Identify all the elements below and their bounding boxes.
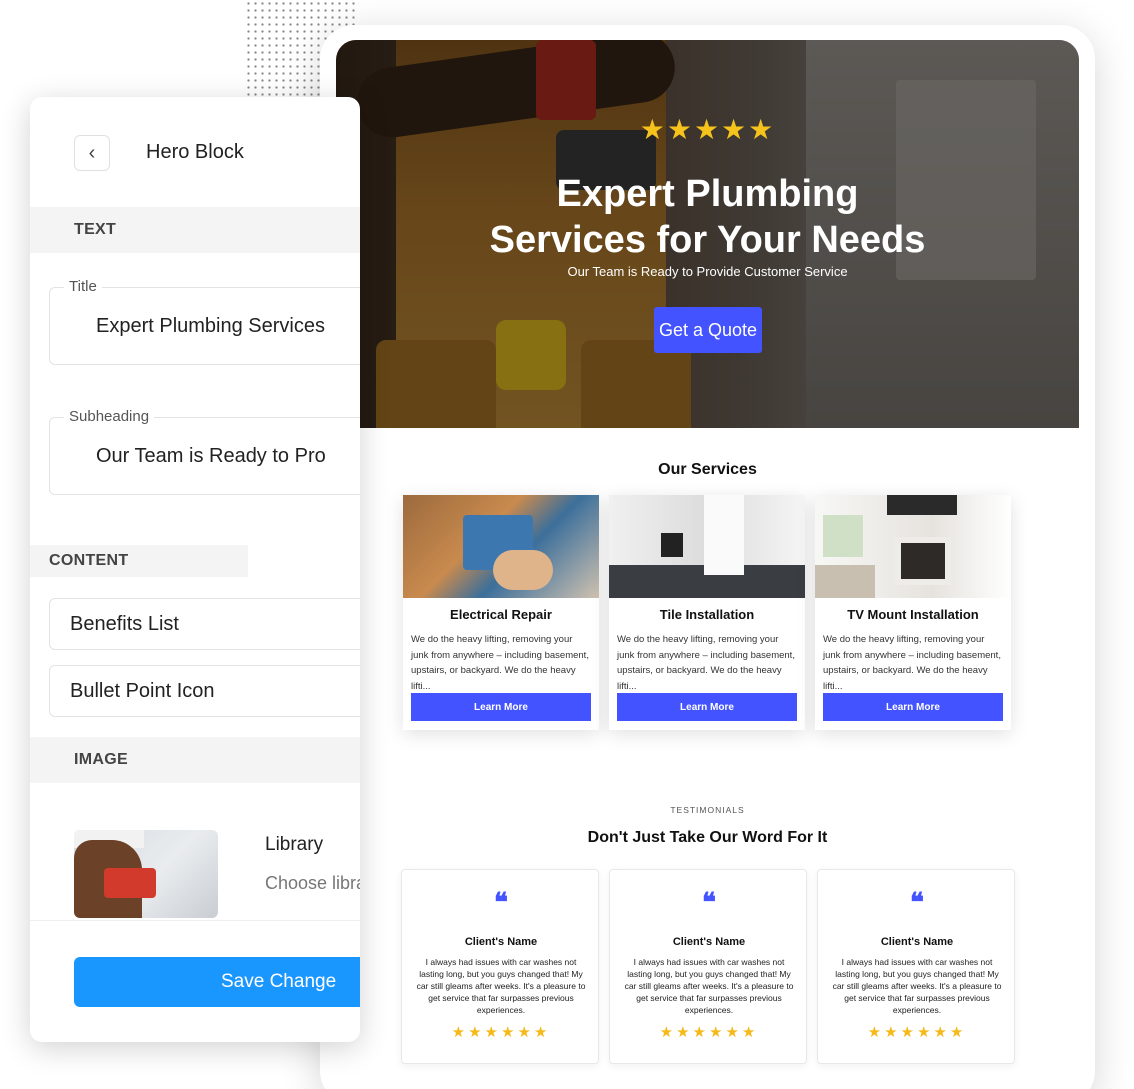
testimonial-text: I always had issues with car washes not … [416, 957, 586, 1015]
service-image-tv-mount [815, 495, 1011, 598]
preview-screen: ★★★★★ Expert Plumbing Services for Your … [336, 40, 1079, 1089]
get-quote-button[interactable]: Get a Quote [654, 307, 762, 353]
service-description: We do the heavy lifting, removing your j… [411, 634, 589, 692]
services-heading: Our Services [658, 461, 757, 478]
service-title: Tile Installation [659, 607, 755, 622]
benefits-list-item[interactable]: Benefits List [49, 598, 360, 650]
testimonial-text: I always had issues with car washes not … [832, 957, 1002, 1015]
client-name: Client's Name [464, 936, 538, 948]
service-card: TV Mount Installation We do the heavy li… [815, 495, 1011, 730]
section-header-image: IMAGE [30, 737, 360, 783]
testimonial-text: I always had issues with car washes not … [624, 957, 794, 1015]
testimonial-card: ❝ Client's Name I always had issues with… [401, 869, 599, 1064]
learn-more-button[interactable]: Learn More [617, 693, 797, 721]
testimonial-card: ❝ Client's Name I always had issues with… [609, 869, 807, 1064]
marketing-composite: { "editor": { "title": "Hero Block", "ba… [0, 0, 1134, 1089]
hero-subtitle: Our Team is Ready to Provide Customer Se… [567, 264, 848, 279]
subheading-field-value: Our Team is Ready to Pro [96, 445, 326, 467]
testimonial-card: ❝ Client's Name I always had issues with… [817, 869, 1015, 1064]
back-button[interactable]: ‹ [74, 135, 110, 171]
quote-icon: ❝ [910, 888, 924, 918]
title-field-label: Title [64, 278, 102, 295]
service-description: We do the heavy lifting, removing your j… [617, 634, 795, 692]
title-field-value: Expert Plumbing Services [96, 315, 325, 337]
learn-more-button[interactable]: Learn More [823, 693, 1003, 721]
section-header-content: CONTENT [30, 545, 248, 577]
chevron-left-icon: ‹ [88, 141, 96, 164]
testimonials-kicker: TESTIMONIALS [670, 805, 745, 815]
service-title: TV Mount Installation [847, 607, 979, 622]
client-name: Client's Name [880, 936, 954, 948]
service-card: Electrical Repair We do the heavy liftin… [403, 495, 599, 730]
star-rating: ★★★★★★ [659, 1024, 759, 1041]
star-rating: ★★★★★★ [451, 1024, 551, 1041]
service-description: We do the heavy lifting, removing your j… [823, 634, 1001, 692]
service-image-tile [609, 495, 805, 598]
hero-rating-stars: ★★★★★ [639, 114, 776, 145]
library-description: Choose library [265, 873, 360, 893]
service-image-electrical [403, 495, 599, 598]
service-title: Electrical Repair [450, 607, 552, 622]
save-changes-button[interactable]: Save Change [74, 957, 360, 1007]
learn-more-button[interactable]: Learn More [411, 693, 591, 721]
testimonials-heading: Don't Just Take Our Word For It [587, 829, 828, 846]
preview-device: ★★★★★ Expert Plumbing Services for Your … [320, 25, 1095, 1089]
subheading-field-label: Subheading [64, 408, 155, 425]
bullet-point-icon-item[interactable]: Bullet Point Icon [49, 665, 360, 717]
section-header-text: TEXT [30, 207, 360, 253]
editor-footer: Save Change [30, 920, 360, 1042]
title-field[interactable]: Title Expert Plumbing Services [49, 278, 360, 365]
star-rating: ★★★★★★ [867, 1024, 967, 1041]
subheading-field[interactable]: Subheading Our Team is Ready to Pro [49, 408, 360, 495]
quote-icon: ❝ [702, 888, 716, 918]
client-name: Client's Name [672, 936, 746, 948]
quote-icon: ❝ [494, 888, 508, 918]
library-title[interactable]: Library [265, 834, 323, 856]
hero-block-editor: ‹ Hero Block TEXT Title Expert Plumbing … [30, 97, 360, 1042]
image-thumbnail[interactable] [74, 830, 218, 918]
editor-title: Hero Block [146, 141, 244, 163]
hero-title: Expert Plumbing Services for Your Needs [489, 173, 926, 261]
hero-section: ★★★★★ Expert Plumbing Services for Your … [336, 40, 1079, 428]
service-card: Tile Installation We do the heavy liftin… [609, 495, 805, 730]
